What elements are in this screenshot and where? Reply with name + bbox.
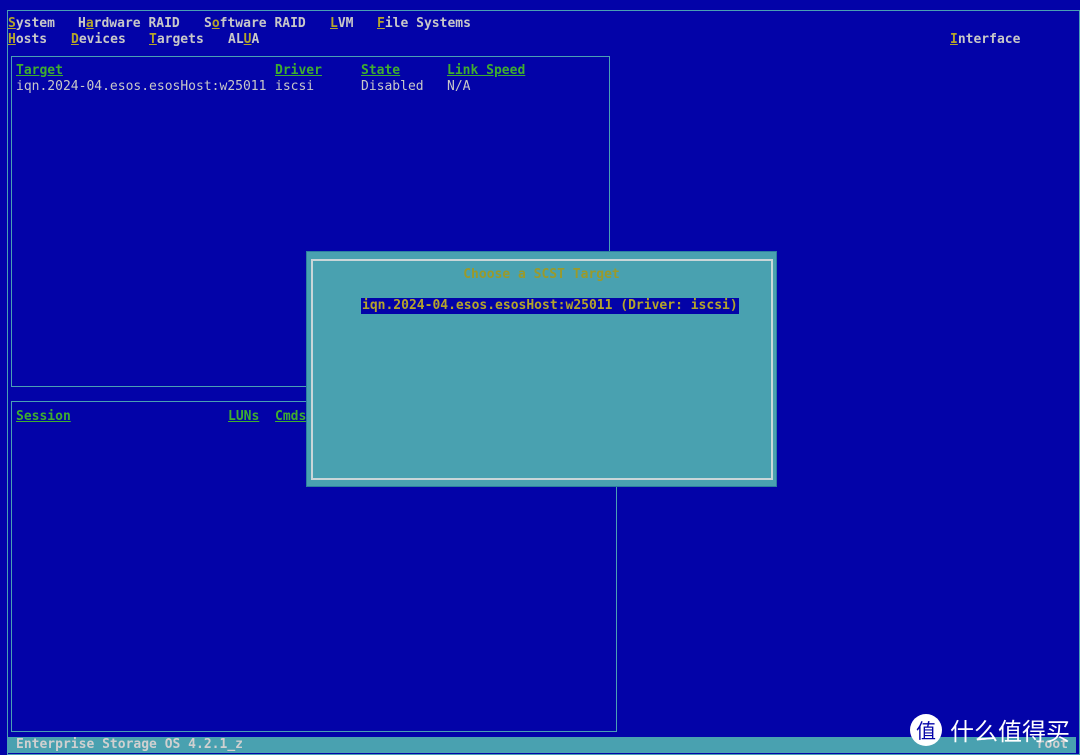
label: osts <box>15 32 48 47</box>
column-header-target: Target <box>16 63 63 78</box>
choose-target-dialog: Choose a SCST Target iqn.2024-04.esos.es… <box>306 251 777 487</box>
cell-state: Disabled <box>361 79 424 94</box>
label: nterface <box>957 32 1021 47</box>
dialog-option-selected[interactable]: iqn.2024-04.esos.esosHost:w25011 (Driver… <box>361 298 739 314</box>
menu-software-raid[interactable]: Software RAID <box>204 16 306 32</box>
hotkey: D <box>71 32 79 47</box>
hotkey: H <box>8 32 16 47</box>
hotkey: S <box>8 16 16 31</box>
label: ystem <box>15 16 55 31</box>
label: AL <box>228 32 244 47</box>
status-os-version: Enterprise Storage OS 4.2.1_z <box>16 737 243 752</box>
label: rdware RAID <box>93 16 180 31</box>
menu-interface[interactable]: Interface <box>950 32 1020 48</box>
hotkey: F <box>377 16 385 31</box>
cell-driver: iscsi <box>275 79 315 94</box>
label: A <box>251 32 260 47</box>
menu-file-systems[interactable]: File Systems <box>377 16 471 32</box>
watermark-text: 什么值得买 <box>950 718 1070 746</box>
label: H <box>78 16 86 31</box>
menu-targets[interactable]: Targets <box>149 32 204 48</box>
label: ftware RAID <box>219 16 306 31</box>
hotkey: o <box>211 16 220 31</box>
column-header-cmds: Cmds <box>275 409 307 424</box>
label: VM <box>337 16 354 31</box>
column-header-state: State <box>361 63 401 78</box>
hotkey: T <box>149 32 157 47</box>
watermark-logo: 值 什么值得买 <box>910 712 1070 747</box>
label: ile Systems <box>384 16 471 31</box>
dialog-border <box>311 259 773 480</box>
menu-devices[interactable]: Devices <box>71 32 126 48</box>
label: S <box>204 16 212 31</box>
menu-hardware-raid[interactable]: Hardware RAID <box>78 16 180 32</box>
menu-alua[interactable]: ALUA <box>228 32 259 48</box>
watermark-icon: 值 <box>910 713 942 746</box>
column-header-link-speed: Link Speed <box>447 63 526 78</box>
column-header-session: Session <box>16 409 71 424</box>
hotkey: a <box>85 16 94 31</box>
cell-link-speed: N/A <box>447 79 471 94</box>
menu-lvm[interactable]: LVM <box>330 16 353 32</box>
cell-target: iqn.2024-04.esos.esosHost:w25011 <box>16 79 267 94</box>
column-header-driver: Driver <box>275 63 322 78</box>
column-header-luns: LUNs <box>228 409 260 424</box>
label: evices <box>78 32 126 47</box>
dialog-title: Choose a SCST Target <box>463 267 620 282</box>
label: argets <box>156 32 204 47</box>
hotkey: L <box>330 16 338 31</box>
menu-hosts[interactable]: Hosts <box>8 32 47 48</box>
menu-system[interactable]: System <box>8 16 55 32</box>
hotkey: I <box>950 32 958 47</box>
